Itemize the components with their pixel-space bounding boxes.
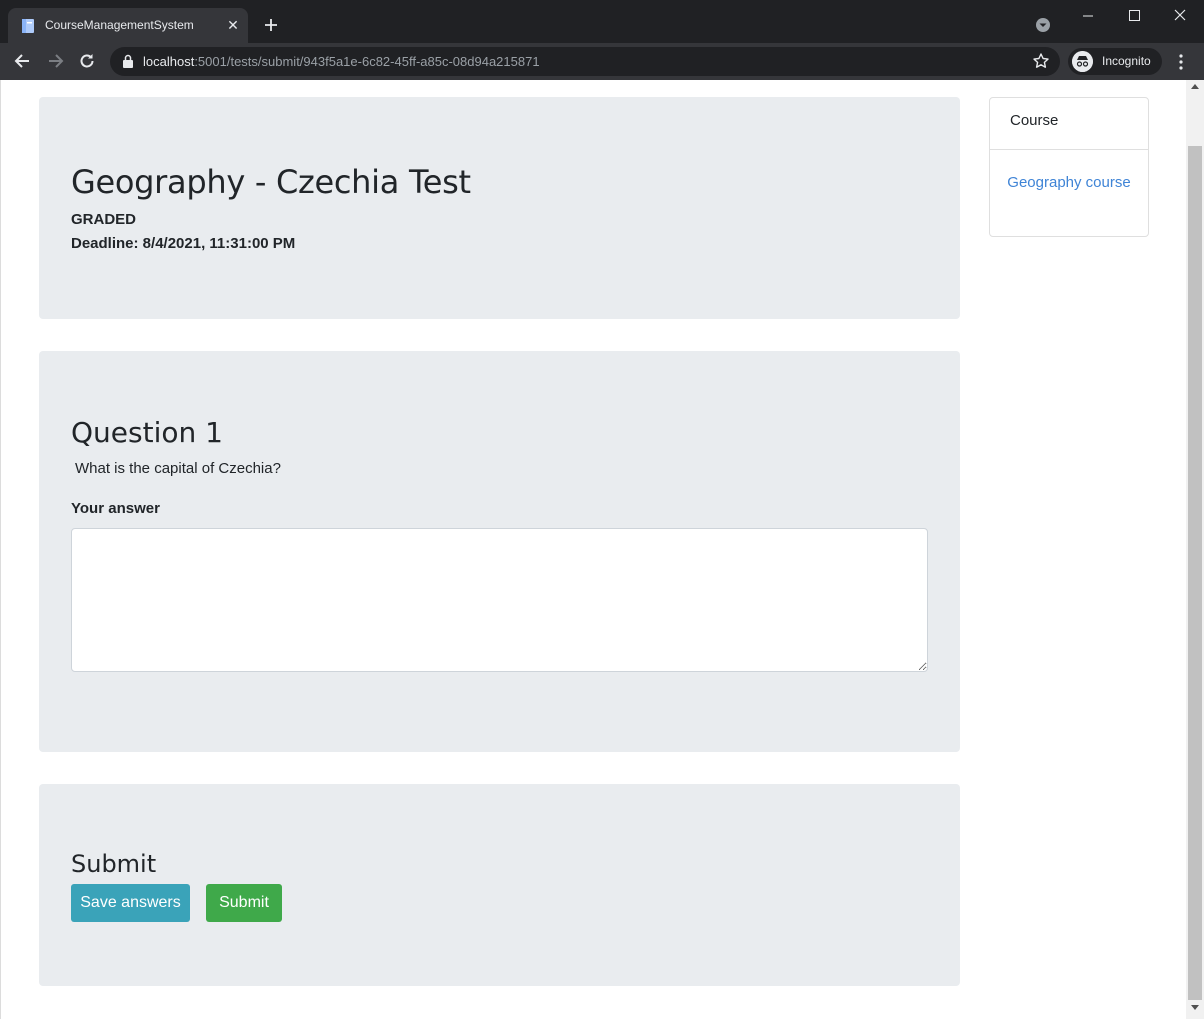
bookmark-star-icon[interactable] (1032, 52, 1050, 70)
submit-button[interactable]: Submit (206, 884, 282, 922)
save-answers-button[interactable]: Save answers (71, 884, 190, 922)
scroll-down-arrow-icon[interactable] (1191, 1005, 1199, 1010)
maximize-icon[interactable] (1122, 6, 1146, 26)
deadline-text: Deadline: 8/4/2021, 11:31:00 PM (71, 235, 296, 252)
lock-icon (123, 54, 133, 68)
reload-icon[interactable] (77, 51, 97, 71)
address-bar[interactable]: localhost:5001/tests/submit/943f5a1e-6c8… (110, 47, 1060, 76)
question-title: Question 1 (71, 416, 223, 449)
minimize-icon[interactable] (1076, 6, 1100, 26)
submit-card: Submit Save answers Submit (39, 784, 960, 986)
browser-toolbar: localhost:5001/tests/submit/943f5a1e-6c8… (0, 43, 1204, 80)
course-sidebar-card: Course Geography course (989, 97, 1149, 237)
vertical-scrollbar[interactable] (1186, 80, 1204, 1019)
answer-textarea[interactable] (71, 528, 928, 672)
url-host: localhost (143, 54, 195, 69)
incognito-badge[interactable]: Incognito (1068, 48, 1162, 75)
question-card: Question 1 What is the capital of Czechi… (39, 351, 960, 752)
new-tab-icon[interactable] (260, 14, 282, 36)
tab-search-icon[interactable] (1035, 17, 1051, 33)
submit-section-title: Submit (71, 850, 157, 878)
question-text: What is the capital of Czechia? (75, 460, 281, 477)
page-icon (22, 19, 34, 33)
incognito-label: Incognito (1102, 54, 1151, 68)
sidebar-header-title: Course (1010, 112, 1059, 129)
test-header-card: Geography - Czechia Test GRADED Deadline… (39, 97, 960, 319)
url-text: localhost:5001/tests/submit/943f5a1e-6c8… (143, 54, 540, 69)
tab-title: CourseManagementSystem (45, 18, 194, 32)
forward-icon[interactable] (45, 51, 65, 71)
test-title: Geography - Czechia Test (71, 163, 471, 201)
scroll-up-arrow-icon[interactable] (1191, 84, 1199, 89)
page-viewport: Geography - Czechia Test GRADED Deadline… (0, 80, 1186, 1019)
url-path: :5001/tests/submit/943f5a1e-6c82-45ff-a8… (194, 54, 540, 69)
tab-close-icon[interactable]: ✕ (224, 16, 242, 34)
incognito-icon (1072, 51, 1093, 72)
close-window-icon[interactable] (1168, 6, 1192, 26)
status-badge: GRADED (71, 211, 137, 228)
browser-titlebar: CourseManagementSystem ✕ (0, 0, 1204, 43)
back-icon[interactable] (13, 51, 33, 71)
menu-icon[interactable] (1172, 52, 1190, 72)
answer-label: Your answer (71, 500, 160, 517)
scroll-thumb[interactable] (1188, 146, 1202, 1000)
sidebar-header: Course (990, 98, 1148, 150)
browser-tab[interactable]: CourseManagementSystem ✕ (8, 8, 248, 43)
course-link[interactable]: Geography course (990, 171, 1148, 195)
